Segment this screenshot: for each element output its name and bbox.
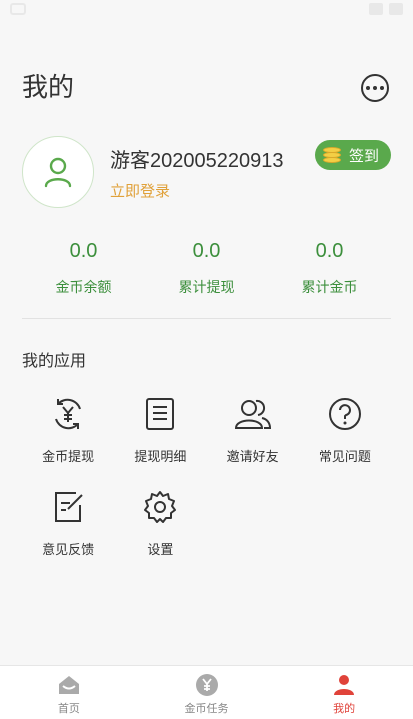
app-invite-friends[interactable]: 邀请好友 (207, 394, 299, 465)
home-icon (58, 676, 79, 694)
stat-label: 累计提现 (178, 280, 235, 296)
gear-icon (144, 491, 177, 523)
stat-label: 金币余额 (55, 280, 112, 296)
app-withdraw-details[interactable]: 提现明细 (114, 394, 206, 465)
page-title: 我的 (22, 73, 75, 103)
apps-grid: 金币提现 提现明细 邀请好友 常见问题 意见反馈 设置 (22, 394, 391, 558)
app-label: 邀请好友 (226, 450, 279, 465)
tab-coin-tasks[interactable]: 金币任务 (138, 666, 276, 719)
app-settings[interactable]: 设置 (114, 487, 206, 558)
edit-note-icon (55, 492, 83, 522)
stat-total-coins[interactable]: 0.0 累计金币 (268, 240, 391, 304)
login-link[interactable]: 立即登录 (110, 180, 170, 201)
dot (366, 86, 370, 90)
coin-stack-icon (322, 147, 341, 163)
document-list-icon (146, 398, 175, 430)
stat-value: 0.0 (315, 240, 344, 262)
users-icon (234, 399, 271, 429)
status-indicators (369, 3, 403, 15)
signin-button[interactable]: 签到 (314, 140, 391, 170)
signin-label: 签到 (348, 146, 379, 165)
person-icon (334, 675, 355, 695)
page-header: 我的 (22, 70, 391, 106)
stat-total-withdrawn[interactable]: 0.0 累计提现 (145, 240, 268, 304)
app-label: 提现明细 (134, 450, 187, 465)
message-more-button[interactable] (361, 74, 389, 102)
stats-row: 0.0 金币余额 0.0 累计提现 0.0 累计金币 (22, 240, 391, 304)
battery-icon (389, 3, 403, 15)
app-label: 设置 (147, 543, 174, 558)
stat-value: 0.0 (192, 240, 221, 262)
avatar[interactable] (22, 136, 94, 208)
stat-value: 0.0 (69, 240, 98, 262)
app-faq[interactable]: 常见问题 (299, 394, 391, 465)
question-icon (328, 398, 361, 430)
yen-refresh-icon (55, 398, 82, 430)
tab-label: 金币任务 (184, 702, 229, 715)
tab-mine[interactable]: 我的 (275, 666, 413, 719)
apps-section-title: 我的应用 (22, 351, 87, 370)
app-label: 意见反馈 (42, 543, 95, 558)
tab-home[interactable]: 首页 (0, 666, 138, 719)
dot (380, 86, 384, 90)
divider (22, 318, 391, 319)
user-icon (44, 157, 72, 188)
app-label: 金币提现 (42, 450, 95, 465)
status-bar (0, 0, 413, 22)
app-feedback[interactable]: 意见反馈 (22, 487, 114, 558)
stat-label: 累计金币 (301, 280, 358, 296)
app-coin-withdraw[interactable]: 金币提现 (22, 394, 114, 465)
status-notification-icon (10, 3, 26, 15)
dot (373, 86, 377, 90)
app-label: 常见问题 (318, 450, 371, 465)
tab-label: 我的 (333, 702, 356, 715)
tab-label: 首页 (57, 702, 80, 715)
profile-section: 游客202005220913 立即登录 签到 (22, 136, 391, 212)
bottom-tabbar: 首页 金币任务 我的 (0, 665, 413, 719)
signal-icon (369, 3, 383, 15)
stat-coin-balance[interactable]: 0.0 金币余额 (22, 240, 145, 304)
username: 游客202005220913 (110, 150, 284, 172)
yen-coin-icon (195, 674, 218, 696)
